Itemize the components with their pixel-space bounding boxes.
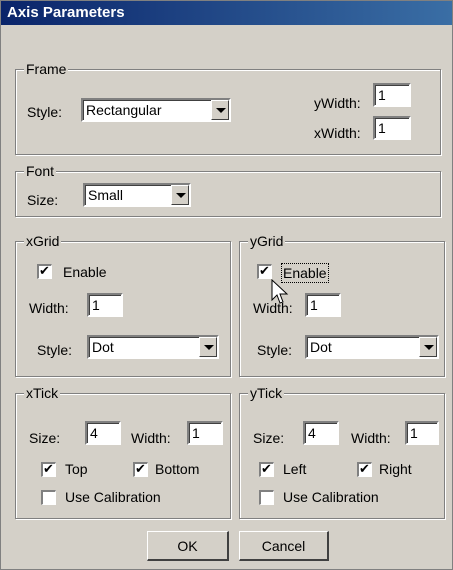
dialog-title: Axis Parameters <box>1 1 452 25</box>
chevron-down-icon[interactable] <box>199 337 217 357</box>
ytick-size-label: Size: <box>253 430 285 446</box>
ytick-width-label: Width: <box>351 430 391 446</box>
xwidth-label: xWidth: <box>314 125 361 141</box>
xgrid-enable-checkbox[interactable] <box>37 263 52 279</box>
xgrid-width-input[interactable]: 1 <box>87 293 123 317</box>
ok-button[interactable]: OK <box>147 531 229 561</box>
frame-style-select[interactable]: Rectangular <box>81 98 231 122</box>
xtick-calibration-label[interactable]: Use Calibration <box>65 488 161 506</box>
xtick-calibration-checkbox[interactable] <box>41 490 56 505</box>
frame-style-value: Rectangular <box>86 102 162 118</box>
xgrid-style-select[interactable]: Dot <box>87 335 219 359</box>
xtick-top-label[interactable]: Top <box>65 460 88 478</box>
xtick-size-input[interactable]: 4 <box>85 421 121 445</box>
font-size-select[interactable]: Small <box>83 183 191 207</box>
axis-parameters-dialog: Axis Parameters Frame Style: Rectangular… <box>0 0 453 570</box>
xtick-legend: xTick <box>24 385 61 401</box>
xgrid-style-label: Style: <box>37 342 73 358</box>
ywidth-input[interactable]: 1 <box>373 83 411 107</box>
chevron-down-icon[interactable] <box>211 100 229 120</box>
ytick-size-input[interactable]: 4 <box>303 421 339 445</box>
font-size-label: Size: <box>27 192 59 208</box>
xtick-bottom-label[interactable]: Bottom <box>155 460 199 478</box>
ytick-width-input[interactable]: 1 <box>405 421 439 445</box>
font-legend: Font <box>24 163 57 179</box>
ygrid-style-select[interactable]: Dot <box>305 335 439 359</box>
ygrid-style-value: Dot <box>310 339 332 355</box>
xgrid-style-value: Dot <box>92 339 114 355</box>
chevron-down-icon[interactable] <box>419 337 437 357</box>
font-group: Font <box>15 163 441 217</box>
frame-style-label: Style: <box>27 104 63 120</box>
ytick-left-label[interactable]: Left <box>283 460 306 478</box>
ytick-legend: yTick <box>248 385 285 401</box>
ygrid-legend: yGrid <box>248 233 286 249</box>
ytick-right-label[interactable]: Right <box>379 460 412 478</box>
xtick-size-label: Size: <box>29 430 61 446</box>
xtick-top-checkbox[interactable] <box>41 461 56 477</box>
font-size-value: Small <box>88 187 124 203</box>
ygrid-style-label: Style: <box>257 342 293 358</box>
xgrid-legend: xGrid <box>24 233 62 249</box>
ytick-calibration-checkbox[interactable] <box>259 490 274 505</box>
ytick-left-checkbox[interactable] <box>259 461 274 477</box>
xgrid-enable-label[interactable]: Enable <box>63 263 107 281</box>
chevron-down-icon[interactable] <box>171 185 189 205</box>
frame-legend: Frame <box>24 61 69 77</box>
ytick-calibration-label[interactable]: Use Calibration <box>283 488 379 506</box>
ygrid-enable-checkbox[interactable] <box>257 263 272 279</box>
xtick-bottom-checkbox[interactable] <box>133 461 148 477</box>
xwidth-input[interactable]: 1 <box>373 116 411 140</box>
ytick-right-checkbox[interactable] <box>357 461 372 477</box>
xgrid-width-label: Width: <box>29 300 69 316</box>
ygrid-width-input[interactable]: 1 <box>305 293 341 317</box>
xtick-width-input[interactable]: 1 <box>187 421 223 445</box>
cancel-button[interactable]: Cancel <box>239 531 329 561</box>
mouse-pointer-icon <box>271 279 289 304</box>
xtick-width-label: Width: <box>131 430 171 446</box>
ywidth-label: yWidth: <box>314 95 361 111</box>
